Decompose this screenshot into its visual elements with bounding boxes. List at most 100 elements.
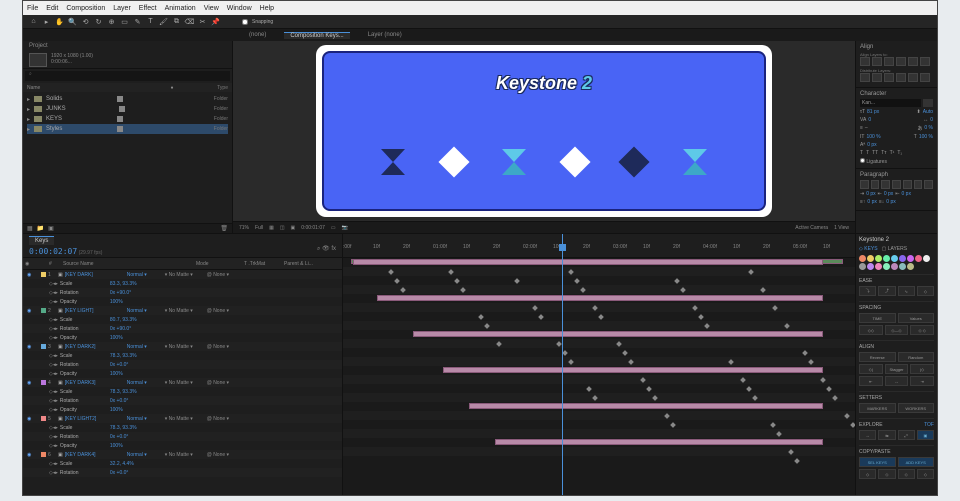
keyframe-icon[interactable] xyxy=(574,278,580,284)
kerning[interactable]: 0 xyxy=(868,117,871,123)
timeline-track[interactable] xyxy=(343,456,855,465)
spacing-btn-5[interactable]: ◇ ◇ xyxy=(910,325,934,335)
keyframe-icon[interactable] xyxy=(770,422,776,428)
col-trkmat[interactable]: T .TrkMat xyxy=(242,261,282,267)
timeline-track[interactable] xyxy=(343,384,855,393)
color-swatch[interactable] xyxy=(907,263,914,270)
keyframe-icon[interactable] xyxy=(478,314,484,320)
timeline-track[interactable] xyxy=(343,276,855,285)
keyframe-icon[interactable] xyxy=(394,278,400,284)
dist-top-icon[interactable] xyxy=(860,73,870,82)
keyframe-icon[interactable] xyxy=(760,287,766,293)
keyframe-icon[interactable] xyxy=(538,314,544,320)
keyframe-icon[interactable] xyxy=(484,323,490,329)
keyframe-icon[interactable] xyxy=(514,278,520,284)
timeline-track[interactable] xyxy=(343,411,855,420)
explore-btn-3[interactable]: ⤢ xyxy=(898,430,915,440)
para-justify-c-icon[interactable] xyxy=(903,180,912,189)
menu-composition[interactable]: Composition xyxy=(66,5,105,12)
timeline-track[interactable] xyxy=(343,294,855,303)
puppet-tool-icon[interactable]: 📌 xyxy=(211,17,220,26)
align-right-icon[interactable] xyxy=(884,57,894,66)
ease-btn-1[interactable]: ⤵ xyxy=(859,286,876,296)
italic-icon[interactable]: T xyxy=(866,150,869,156)
font-dropdown[interactable]: Kan... xyxy=(860,99,921,107)
leading[interactable]: Auto xyxy=(923,109,933,115)
dist-right-icon[interactable] xyxy=(920,73,930,82)
keyframe-icon[interactable] xyxy=(400,287,406,293)
menu-effect[interactable]: Effect xyxy=(139,5,157,12)
dist-bottom-icon[interactable] xyxy=(884,73,894,82)
k2-tab-layers[interactable]: ▢ LAYERS xyxy=(882,246,908,252)
color-swatch[interactable] xyxy=(867,263,874,270)
layer-bar[interactable] xyxy=(495,439,823,445)
layer-bar[interactable] xyxy=(443,367,823,373)
keyframe-icon[interactable] xyxy=(740,377,746,383)
allcaps-icon[interactable]: TT xyxy=(872,150,878,156)
proj-item-styles[interactable]: ▸ Styles Folder xyxy=(27,124,228,134)
smallcaps-icon[interactable]: Tᴛ xyxy=(881,150,886,156)
tracking[interactable]: 0 xyxy=(930,117,933,123)
explore-btn-4[interactable]: ▣ xyxy=(917,430,934,440)
keyframe-icon[interactable] xyxy=(532,305,538,311)
baseline[interactable]: 0 px xyxy=(867,142,876,148)
keyframe-icon[interactable] xyxy=(460,287,466,293)
explore-btn-2[interactable]: ⇆ xyxy=(878,430,895,440)
keyframe-icon[interactable] xyxy=(646,386,652,392)
keyframe-icon[interactable] xyxy=(752,395,758,401)
timeline-track[interactable] xyxy=(343,285,855,294)
keyframe-icon[interactable] xyxy=(788,449,794,455)
keyframe-icon[interactable] xyxy=(592,305,598,311)
proj-delete-icon[interactable]: 🗑 xyxy=(220,225,228,232)
layer-property-row[interactable]: ◇◂▸Scale32.2, 4.4% xyxy=(23,459,342,468)
keyframe-icon[interactable] xyxy=(698,314,704,320)
col-parent[interactable]: Parent & Li... xyxy=(282,261,342,267)
viewer-stage[interactable]: Keystone 2 xyxy=(233,41,855,221)
align-btn-1[interactable]: Reverse xyxy=(859,352,896,362)
spacing-btn-4[interactable]: ◇—◇ xyxy=(885,325,909,335)
color-swatch[interactable] xyxy=(915,255,922,262)
color-swatch[interactable] xyxy=(907,255,914,262)
align-hcenter-icon[interactable] xyxy=(872,57,882,66)
keyframe-icon[interactable] xyxy=(586,386,592,392)
keyframe-icon[interactable] xyxy=(616,341,622,347)
keyframe-icon[interactable] xyxy=(640,377,646,383)
keyframe-icon[interactable] xyxy=(802,350,808,356)
pen-tool-icon[interactable]: ✎ xyxy=(133,17,142,26)
ease-btn-2[interactable]: ⤴ xyxy=(878,286,895,296)
align-btn-3[interactable]: ◇| xyxy=(859,364,883,374)
home-icon[interactable]: ⌂ xyxy=(29,17,38,26)
col-source[interactable]: Source Name xyxy=(61,261,194,267)
snapping-checkbox[interactable] xyxy=(242,19,248,25)
layer-property-row[interactable]: ◇◂▸Opacity100% xyxy=(23,297,342,306)
col-name[interactable]: Name xyxy=(27,85,166,91)
shy-icon[interactable]: 👁 xyxy=(322,246,330,252)
timeline-track[interactable] xyxy=(343,402,855,411)
tab-composition[interactable]: Composition Keys... xyxy=(284,32,349,39)
timeline-track[interactable] xyxy=(343,339,855,348)
vscale[interactable]: 100 % xyxy=(866,134,880,140)
color-swatch[interactable] xyxy=(859,255,866,262)
layer-property-row[interactable]: ◇◂▸Rotation0x +0.0° xyxy=(23,396,342,405)
menu-help[interactable]: Help xyxy=(260,5,274,12)
k2-tab-keys[interactable]: ◇ KEYS xyxy=(859,246,878,252)
keyframe-icon[interactable] xyxy=(580,287,586,293)
rotate-tool-icon[interactable]: ↻ xyxy=(94,17,103,26)
keyframe-icon[interactable] xyxy=(784,323,790,329)
layer-row[interactable]: ◉1▣[KEY DARK]Normal ▾▾ No Matte ▾@ None … xyxy=(23,270,342,279)
orbit-tool-icon[interactable]: ⟲ xyxy=(81,17,90,26)
menu-window[interactable]: Window xyxy=(227,5,252,12)
layer-property-row[interactable]: ◇◂▸Scale80.7, 93.3% xyxy=(23,315,342,324)
shape-tool-icon[interactable]: ▭ xyxy=(120,17,129,26)
proj-item-solids[interactable]: ▸ Solids Folder xyxy=(27,94,228,104)
ease-btn-4[interactable]: ◇ xyxy=(917,286,934,296)
space-after[interactable]: 0 px xyxy=(886,199,895,205)
transparency-icon[interactable]: ▣ xyxy=(291,225,296,231)
spacing-btn-3[interactable]: ◇◇ xyxy=(859,325,883,335)
layer-property-row[interactable]: ◇◂▸Rotation0x +90.0° xyxy=(23,324,342,333)
align-btn-6[interactable]: ⇤ xyxy=(859,376,883,386)
ligatures-checkbox[interactable] xyxy=(860,158,865,163)
keyframe-icon[interactable] xyxy=(674,278,680,284)
timeline-track[interactable] xyxy=(343,366,855,375)
color-swatch[interactable] xyxy=(891,263,898,270)
